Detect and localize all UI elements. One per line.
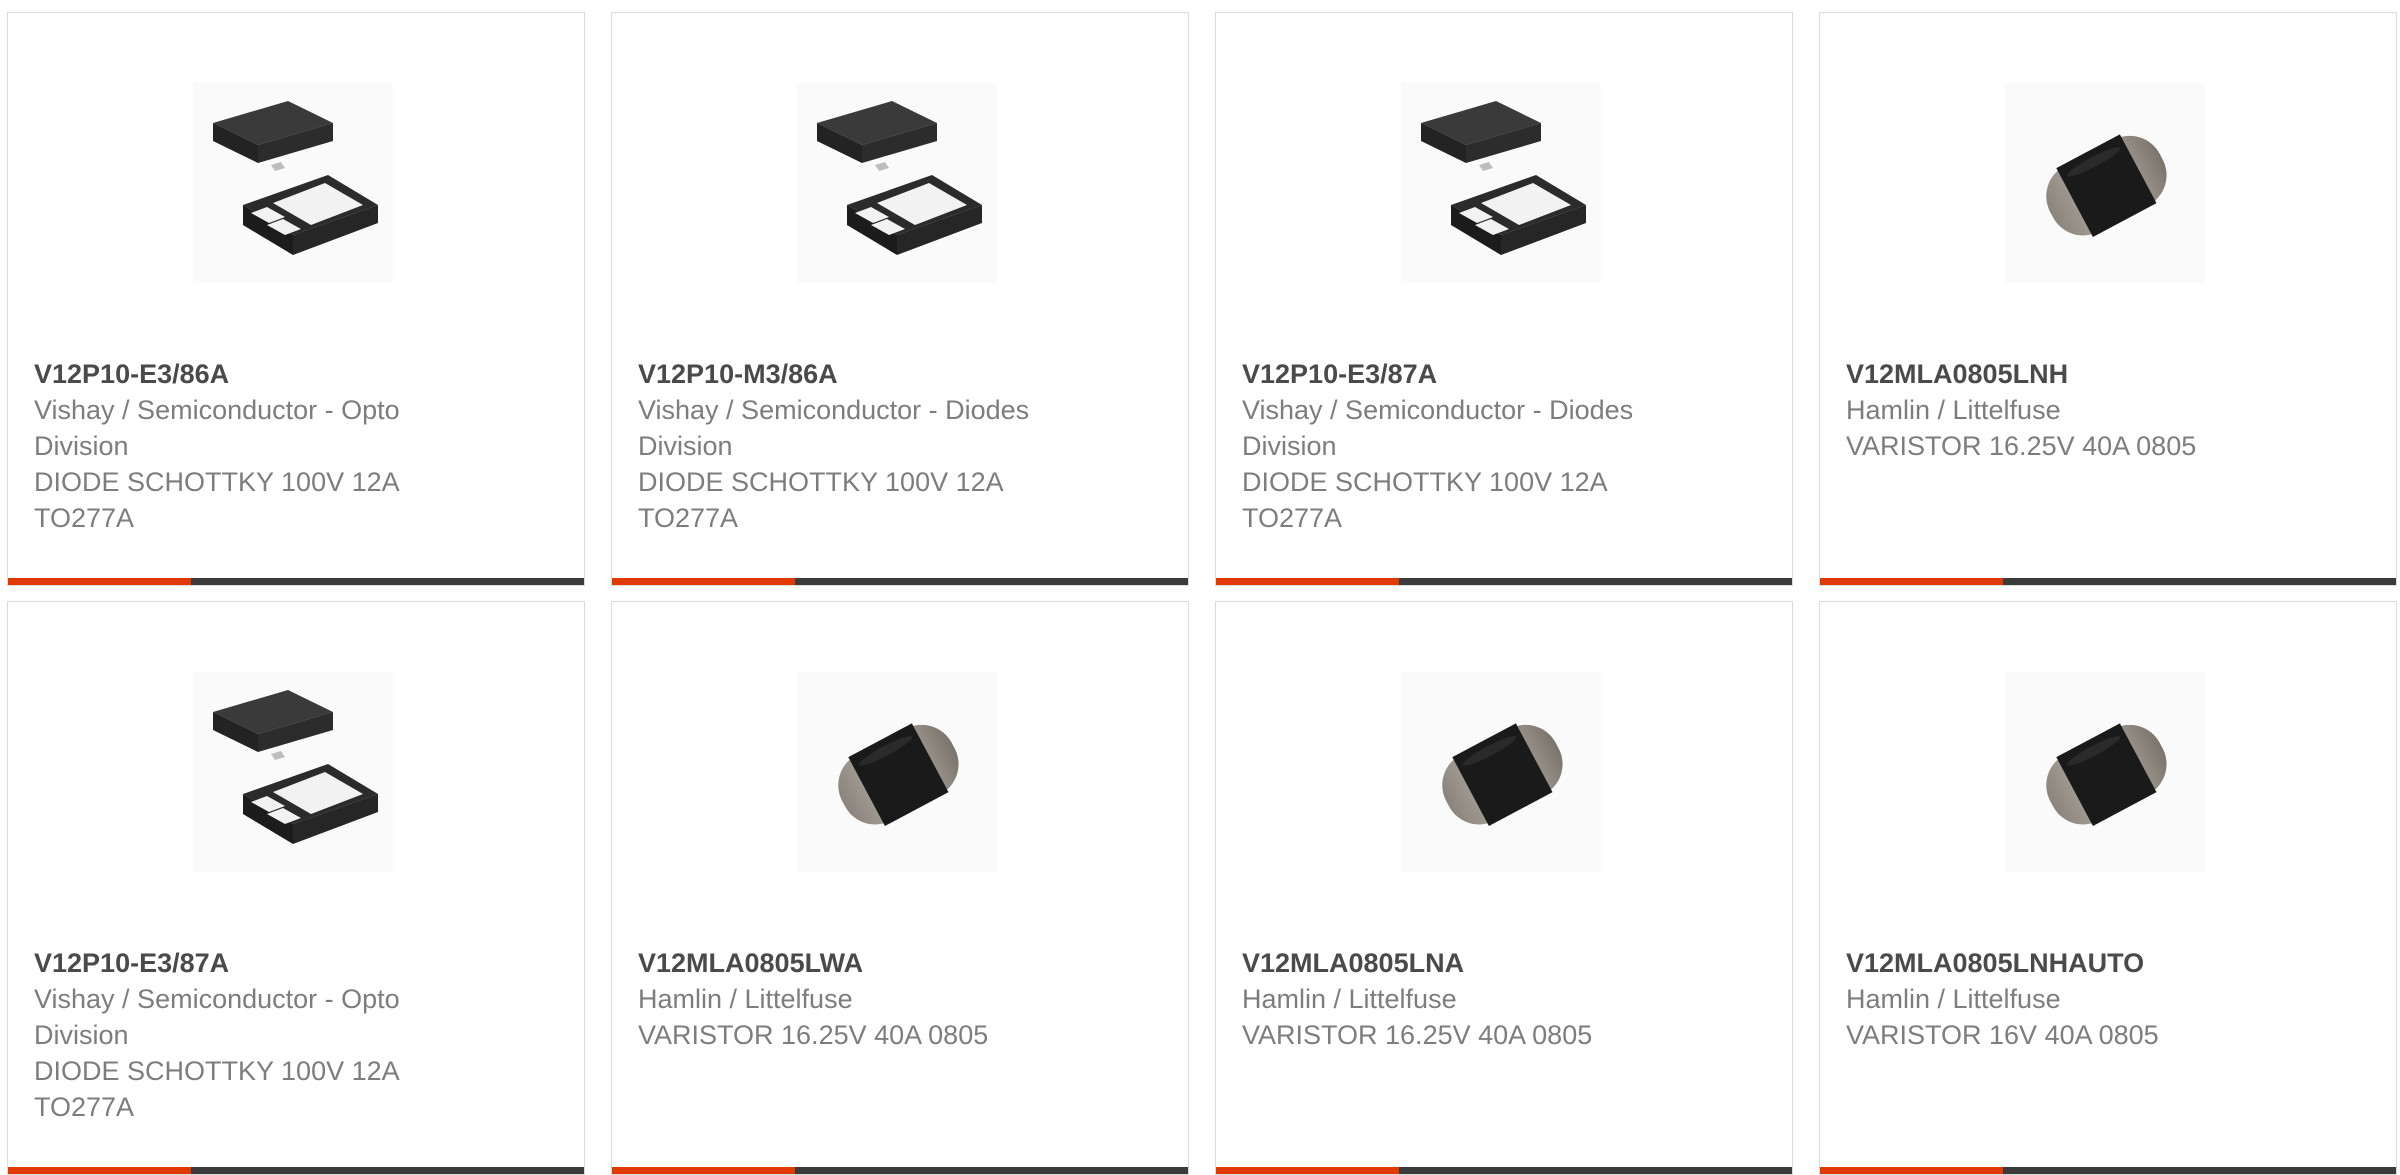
description-line-1: VARISTOR 16.25V 40A 0805 — [1846, 431, 2197, 461]
description-line-2: TO277A — [34, 1092, 135, 1122]
card-accent-bar — [612, 578, 795, 585]
to277a-package-icon — [1401, 83, 1601, 283]
card-accent-bar — [1216, 1167, 1399, 1174]
manufacturer-line-1: Hamlin / Littelfuse — [1846, 395, 2061, 425]
product-card[interactable]: V12P10-M3/86A Vishay / Semiconductor - Di… — [611, 12, 1189, 586]
product-details: V12P10-E3/87A Vishay / Semiconductor - Op… — [34, 945, 454, 1125]
varistor-0805-icon — [797, 672, 997, 872]
product-details: V12P10-E3/87A Vishay / Semiconductor - Di… — [1242, 356, 1662, 536]
card-accent-bar — [1820, 578, 2003, 585]
product-details: V12MLA0805LNA Hamlin / Littelfuse VARISTOR… — [1242, 945, 1662, 1053]
product-details: V12MLA0805LNH Hamlin / Littelfuse VARISTOR… — [1846, 356, 2266, 464]
card-footer-bar — [1216, 1167, 1792, 1174]
part-number[interactable]: V12MLA0805LWA — [638, 945, 1058, 981]
description-line-1: VARISTOR 16.25V 40A 0805 — [1242, 1020, 1593, 1050]
manufacturer-line-2: Division — [34, 431, 129, 461]
card-accent-bar — [8, 1167, 191, 1174]
description-line-1: DIODE SCHOTTKY 100V 12A — [34, 467, 400, 497]
description-line-1: VARISTOR 16.25V 40A 0805 — [638, 1020, 989, 1050]
product-details: V12P10-E3/86A Vishay / Semiconductor - Op… — [34, 356, 454, 536]
product-card[interactable]: V12MLA0805LNA Hamlin / Littelfuse VARISTOR… — [1215, 601, 1793, 1175]
manufacturer-line-1: Hamlin / Littelfuse — [1242, 984, 1457, 1014]
product-card[interactable]: V12MLA0805LNH Hamlin / Littelfuse VARISTOR… — [1819, 12, 2397, 586]
part-number[interactable]: V12MLA0805LNA — [1242, 945, 1662, 981]
to277a-package-icon — [193, 672, 393, 872]
manufacturer-line-1: Hamlin / Littelfuse — [1846, 984, 2061, 1014]
manufacturer-line-1: Vishay / Semiconductor - Diodes — [638, 395, 1030, 425]
card-footer-bar — [1820, 578, 2396, 585]
varistor-0805-icon — [2005, 83, 2205, 283]
varistor-0805-icon — [1401, 672, 1601, 872]
product-details: V12P10-M3/86A Vishay / Semiconductor - Di… — [638, 356, 1058, 536]
manufacturer-line-1: Vishay / Semiconductor - Diodes — [1242, 395, 1634, 425]
part-number[interactable]: V12P10-M3/86A — [638, 356, 1058, 392]
part-number[interactable]: V12P10-E3/87A — [1242, 356, 1662, 392]
description-line-2: TO277A — [34, 503, 135, 533]
product-card[interactable]: V12P10-E3/87A Vishay / Semiconductor - Di… — [1215, 12, 1793, 586]
manufacturer-line-1: Vishay / Semiconductor - Opto — [34, 395, 400, 425]
description-line-1: DIODE SCHOTTKY 100V 12A — [34, 1056, 400, 1086]
part-number[interactable]: V12MLA0805LNHAUTO — [1846, 945, 2266, 981]
varistor-0805-icon — [2005, 672, 2205, 872]
product-card[interactable]: V12P10-E3/86A Vishay / Semiconductor - Op… — [7, 12, 585, 586]
product-image[interactable] — [2005, 83, 2205, 283]
to277a-package-icon — [797, 83, 997, 283]
product-card[interactable]: V12MLA0805LWA Hamlin / Littelfuse VARISTOR… — [611, 601, 1189, 1175]
product-image[interactable] — [797, 672, 997, 872]
card-footer-bar — [1820, 1167, 2396, 1174]
product-image[interactable] — [2005, 672, 2205, 872]
manufacturer-line-2: Division — [34, 1020, 129, 1050]
product-details: V12MLA0805LNHAUTO Hamlin / Littelfuse VARI… — [1846, 945, 2266, 1053]
part-number[interactable]: V12MLA0805LNH — [1846, 356, 2266, 392]
product-image[interactable] — [797, 83, 997, 283]
card-footer-bar — [612, 1167, 1188, 1174]
manufacturer-line-1: Vishay / Semiconductor - Opto — [34, 984, 400, 1014]
product-details: V12MLA0805LWA Hamlin / Littelfuse VARISTOR… — [638, 945, 1058, 1053]
product-image[interactable] — [1401, 672, 1601, 872]
to277a-package-icon — [193, 83, 393, 283]
description-line-1: VARISTOR 16V 40A 0805 — [1846, 1020, 2159, 1050]
part-number[interactable]: V12P10-E3/86A — [34, 356, 454, 392]
part-number[interactable]: V12P10-E3/87A — [34, 945, 454, 981]
card-footer-bar — [8, 578, 584, 585]
product-card[interactable]: V12P10-E3/87A Vishay / Semiconductor - Op… — [7, 601, 585, 1175]
card-footer-bar — [8, 1167, 584, 1174]
description-line-1: DIODE SCHOTTKY 100V 12A — [1242, 467, 1608, 497]
product-image[interactable] — [193, 672, 393, 872]
manufacturer-line-1: Hamlin / Littelfuse — [638, 984, 853, 1014]
card-accent-bar — [612, 1167, 795, 1174]
manufacturer-line-2: Division — [1242, 431, 1337, 461]
card-accent-bar — [1820, 1167, 2003, 1174]
product-image[interactable] — [193, 83, 393, 283]
description-line-1: DIODE SCHOTTKY 100V 12A — [638, 467, 1004, 497]
card-accent-bar — [1216, 578, 1399, 585]
product-grid: V12P10-E3/86A Vishay / Semiconductor - Op… — [0, 0, 2400, 1175]
manufacturer-line-2: Division — [638, 431, 733, 461]
description-line-2: TO277A — [638, 503, 739, 533]
description-line-2: TO277A — [1242, 503, 1343, 533]
card-accent-bar — [8, 578, 191, 585]
card-footer-bar — [1216, 578, 1792, 585]
product-image[interactable] — [1401, 83, 1601, 283]
card-footer-bar — [612, 578, 1188, 585]
product-card[interactable]: V12MLA0805LNHAUTO Hamlin / Littelfuse VARI… — [1819, 601, 2397, 1175]
